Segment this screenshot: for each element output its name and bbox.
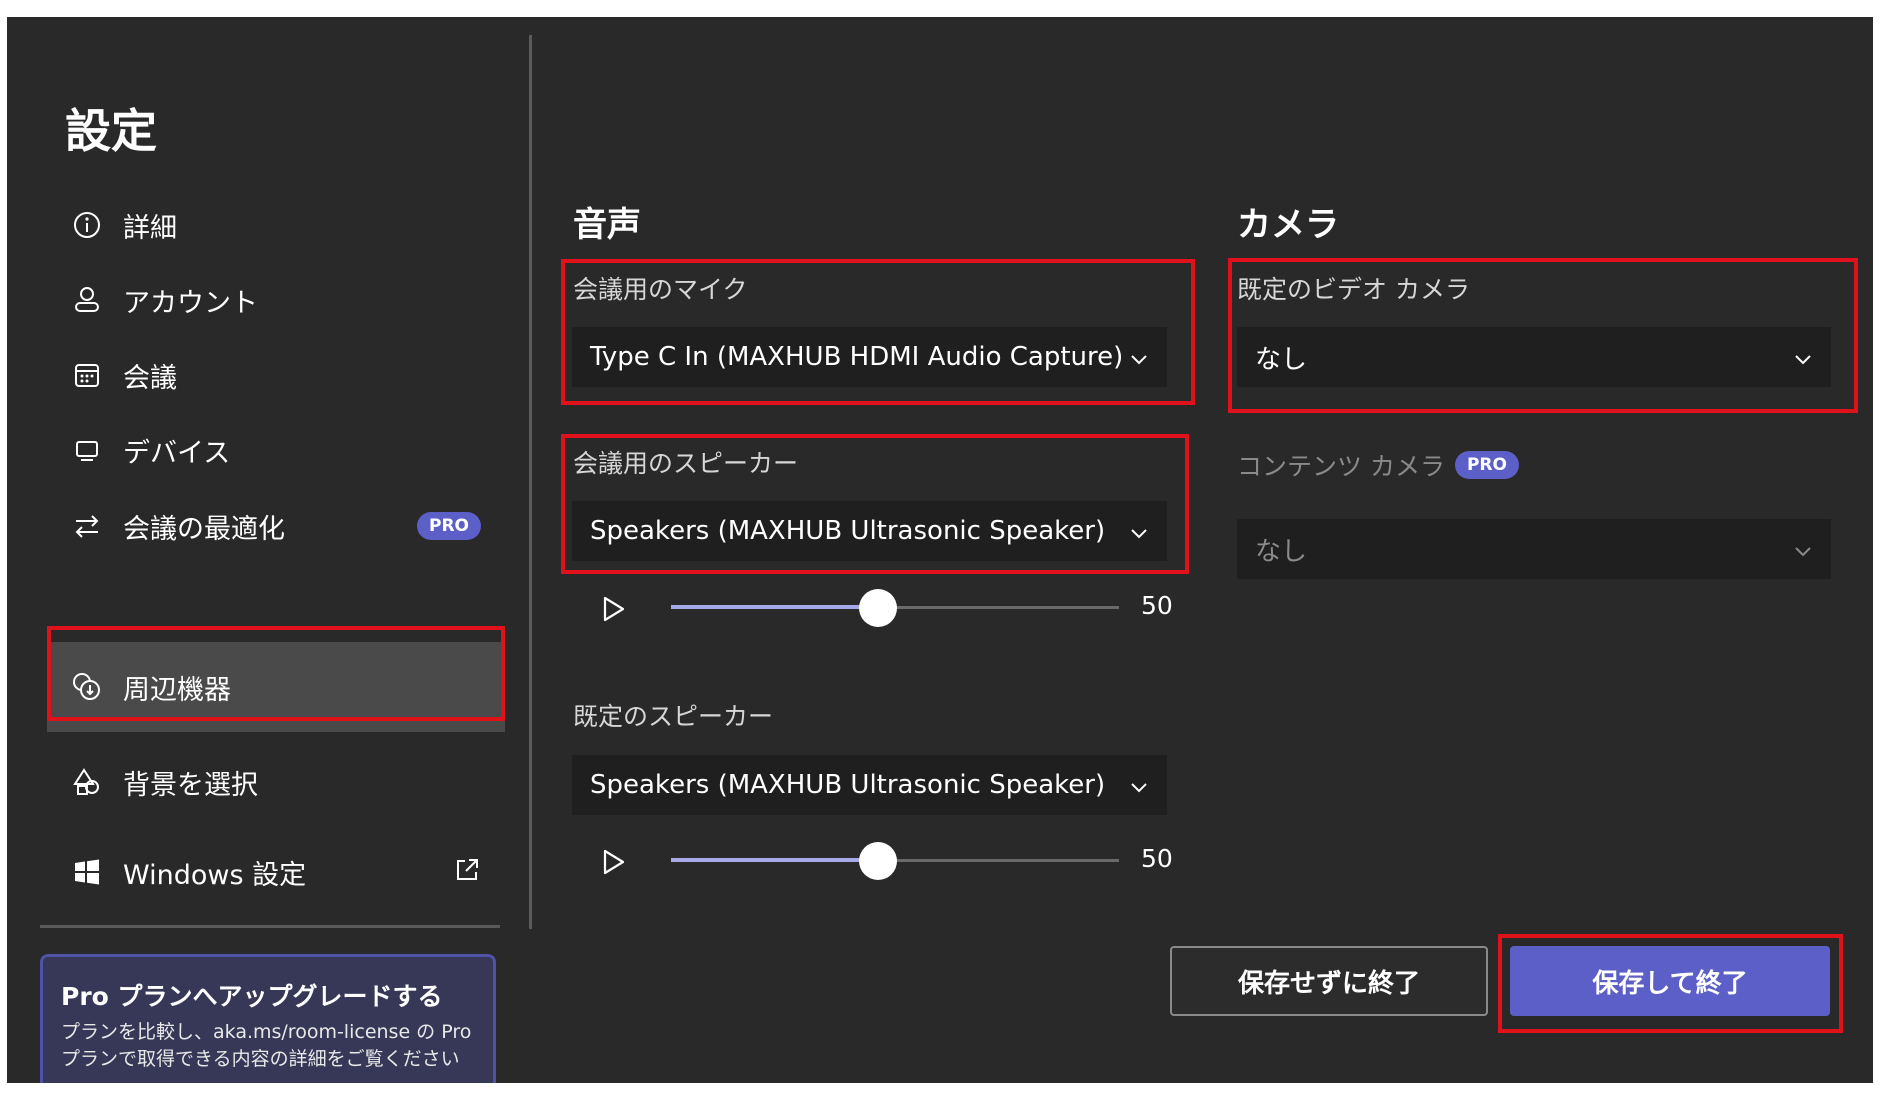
meeting-speaker-label: 会議用のスピーカー	[573, 449, 799, 478]
content-camera-label: コンテンツ カメラ	[1237, 452, 1445, 481]
default-video-camera-label: 既定のビデオ カメラ	[1237, 275, 1470, 304]
default-speaker-value: Speakers (MAXHUB Ultrasonic Speaker)	[590, 770, 1106, 800]
peripherals-icon	[67, 671, 107, 703]
audio-heading: 音声	[573, 205, 641, 245]
play-test-icon[interactable]	[601, 848, 627, 880]
vertical-divider	[529, 35, 532, 929]
sidebar-item-label: 背景を選択	[123, 769, 258, 801]
default-speaker-volume-row: 50	[593, 840, 1193, 880]
content-camera-label-row: コンテンツ カメラ PRO	[1237, 447, 1519, 483]
sidebar-item-label: アカウント	[123, 287, 258, 319]
sidebar-item-label: 会議の最適化	[123, 513, 285, 545]
mic-value: Type C In (MAXHUB HDMI Audio Capture)	[590, 342, 1124, 372]
optimize-arrows-icon	[67, 511, 107, 541]
promo-title: Pro プランへアップグレードする	[61, 982, 443, 1011]
sidebar-item-label: デバイス	[123, 437, 231, 469]
info-icon	[67, 210, 107, 240]
volume-slider-thumb[interactable]	[859, 589, 897, 627]
mic-label: 会議用のマイク	[573, 275, 748, 304]
device-icon	[67, 435, 107, 465]
chevron-down-icon	[1131, 516, 1147, 546]
play-test-icon[interactable]	[601, 595, 627, 627]
volume-slider-thumb[interactable]	[859, 842, 897, 880]
save-and-exit-button[interactable]: 保存して終了	[1510, 946, 1830, 1016]
exit-without-save-button[interactable]: 保存せずに終了	[1170, 946, 1488, 1016]
pro-badge: PRO	[1454, 451, 1519, 479]
default-speaker-dropdown[interactable]: Speakers (MAXHUB Ultrasonic Speaker)	[572, 755, 1167, 815]
settings-window: 設定 詳細 アカウント 会議 デバイス 会議の最適化 PRO 周辺機器 背景を選…	[7, 17, 1873, 1083]
sidebar-item-peripherals[interactable]: 周辺機器	[47, 642, 505, 732]
meeting-speaker-value: Speakers (MAXHUB Ultrasonic Speaker)	[590, 516, 1106, 546]
pro-badge: PRO	[416, 512, 481, 540]
windows-icon	[67, 857, 107, 887]
default-speaker-label: 既定のスピーカー	[573, 702, 774, 731]
open-external-icon	[453, 856, 481, 888]
shapes-icon	[67, 767, 107, 797]
sidebar-item-label: 周辺機器	[123, 674, 231, 706]
calendar-icon	[67, 360, 107, 390]
sidebar-divider	[40, 925, 500, 928]
volume-slider-fill	[671, 858, 891, 862]
promo-description: プランを比較し、aka.ms/room-license の Pro プランで取得…	[61, 1021, 472, 1070]
content-camera-value: なし	[1255, 536, 1308, 567]
chevron-down-icon	[1795, 342, 1811, 372]
chevron-down-icon	[1795, 534, 1811, 564]
volume-slider-fill	[671, 605, 891, 609]
meeting-speaker-volume-row: 50	[593, 587, 1193, 627]
sidebar-item-meeting-optimization[interactable]: 会議の最適化 PRO	[47, 481, 505, 571]
default-video-camera-dropdown[interactable]: なし	[1237, 327, 1831, 387]
sidebar-item-label: Windows 設定	[123, 859, 307, 891]
meeting-speaker-dropdown[interactable]: Speakers (MAXHUB Ultrasonic Speaker)	[572, 501, 1167, 561]
content-camera-dropdown: なし	[1237, 519, 1831, 579]
volume-value: 50	[1141, 591, 1173, 620]
chevron-down-icon	[1131, 770, 1147, 800]
sidebar-item-background[interactable]: 背景を選択	[47, 737, 505, 827]
sidebar-item-label: 会議	[123, 362, 177, 394]
camera-heading: カメラ	[1237, 205, 1339, 245]
mic-dropdown[interactable]: Type C In (MAXHUB HDMI Audio Capture)	[572, 327, 1167, 387]
sidebar-item-label: 詳細	[123, 212, 177, 244]
chevron-down-icon	[1131, 342, 1147, 372]
account-icon	[67, 285, 107, 315]
default-video-camera-value: なし	[1255, 344, 1308, 375]
sidebar-item-windows-settings[interactable]: Windows 設定	[47, 827, 505, 917]
pro-upgrade-card[interactable]: Pro プランへアップグレードする プランを比較し、aka.ms/room-li…	[40, 954, 496, 1083]
page-title: 設定	[65, 104, 157, 158]
volume-value: 50	[1141, 844, 1173, 873]
